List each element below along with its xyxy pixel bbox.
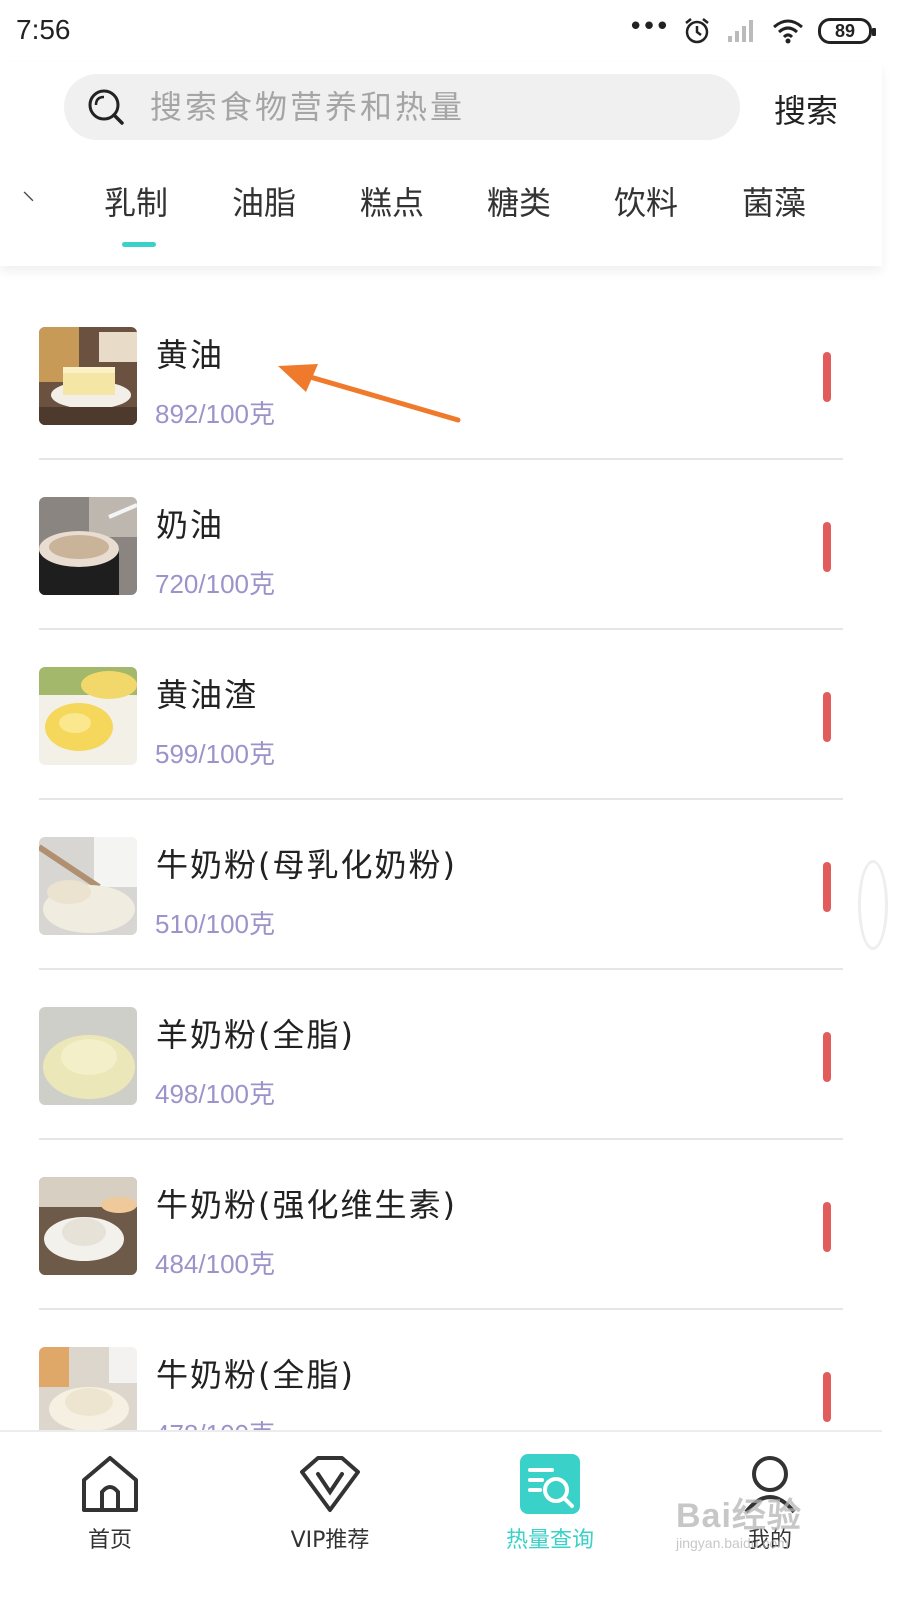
food-image-butter-residue (39, 667, 137, 765)
tab-sugar[interactable]: 糖类 (487, 178, 551, 224)
search-button[interactable]: 搜索 (774, 86, 838, 132)
calorie-indicator (823, 862, 831, 912)
food-name: 黄油渣 (156, 676, 259, 714)
tab-drinks[interactable]: 饮料 (614, 178, 678, 224)
tab-partial-icon[interactable]: ⸌ (22, 182, 35, 218)
active-tab-indicator (122, 242, 156, 247)
food-calories: 484/100克 (155, 1249, 275, 1279)
food-item[interactable]: 牛奶粉(母乳化奶粉) 510/100克 (39, 800, 843, 970)
food-calories: 498/100克 (155, 1079, 275, 1109)
watermark: Bai经验 jingyan.baidu.com (676, 1488, 802, 1551)
search-box[interactable] (64, 74, 740, 140)
food-calories: 892/100克 (155, 399, 275, 429)
alarm-icon (685, 18, 709, 44)
category-tabs: ⸌ 乳制 油脂 糕点 糖类 饮料 菌藻 (0, 174, 882, 254)
nav-vip[interactable]: VIP推荐 (260, 1452, 400, 1562)
food-image-butter (39, 327, 137, 425)
food-image-milk-powder-formula (39, 837, 137, 935)
status-icons: ••• 89 (627, 12, 876, 48)
tab-fungi-algae[interactable]: 菌藻 (742, 178, 806, 224)
calorie-indicator (823, 1202, 831, 1252)
calorie-indicator (823, 1372, 831, 1422)
search-icon (88, 89, 124, 125)
food-item[interactable]: 黄油渣 599/100克 (39, 630, 843, 800)
calorie-indicator (823, 352, 831, 402)
food-name: 牛奶粉(母乳化奶粉) (156, 846, 457, 884)
vip-icon (300, 1456, 360, 1512)
signal-icon (728, 20, 753, 42)
tab-oils[interactable]: 油脂 (232, 178, 296, 224)
food-name: 牛奶粉(全脂) (156, 1356, 355, 1394)
nav-calorie-label: 热量查询 (505, 1528, 594, 1553)
annotation-arrow-icon (278, 364, 461, 423)
nav-calorie-query[interactable]: 热量查询 (480, 1452, 620, 1562)
calorie-indicator (823, 692, 831, 742)
calorie-indicator (823, 1032, 831, 1082)
watermark-sub: jingyan.baidu.com (676, 1535, 789, 1551)
more-dots-icon: ••• (627, 12, 670, 42)
food-item[interactable]: 羊奶粉(全脂) 498/100克 (39, 970, 843, 1140)
food-calories: 510/100克 (155, 909, 275, 939)
calorie-indicator (823, 522, 831, 572)
food-image-milk-powder-fortified (39, 1177, 137, 1275)
watermark-main: Bai经验 (676, 1497, 802, 1535)
nav-home[interactable]: 首页 (40, 1452, 180, 1562)
calorie-search-icon (520, 1454, 580, 1514)
status-time: 7:56 (16, 14, 71, 45)
nav-home-label: 首页 (87, 1528, 132, 1553)
tab-dairy[interactable]: 乳制 (104, 178, 168, 224)
tab-pastry[interactable]: 糕点 (360, 178, 424, 224)
header: 搜索 ⸌ 乳制 油脂 糕点 糖类 饮料 菌藻 (0, 62, 882, 266)
food-image-goat-milk-powder (39, 1007, 137, 1105)
food-calories: 599/100克 (155, 739, 275, 769)
status-bar: 7:56 ••• 89 (0, 0, 900, 62)
search-input[interactable] (150, 88, 710, 126)
food-name: 奶油 (156, 506, 225, 544)
wifi-icon (773, 19, 803, 44)
food-name: 牛奶粉(强化维生素) (156, 1186, 457, 1224)
food-item[interactable]: 牛奶粉(强化维生素) 484/100克 (39, 1140, 843, 1310)
food-calories: 720/100克 (155, 569, 275, 599)
food-item[interactable]: 奶油 720/100克 (39, 460, 843, 630)
food-name: 羊奶粉(全脂) (156, 1016, 355, 1054)
food-image-cream (39, 497, 137, 595)
food-name: 黄油 (156, 336, 225, 374)
nav-vip-label: VIP推荐 (290, 1528, 370, 1553)
home-icon (82, 1456, 138, 1512)
edge-handle[interactable] (858, 860, 888, 950)
battery-indicator: 89 (818, 18, 876, 44)
